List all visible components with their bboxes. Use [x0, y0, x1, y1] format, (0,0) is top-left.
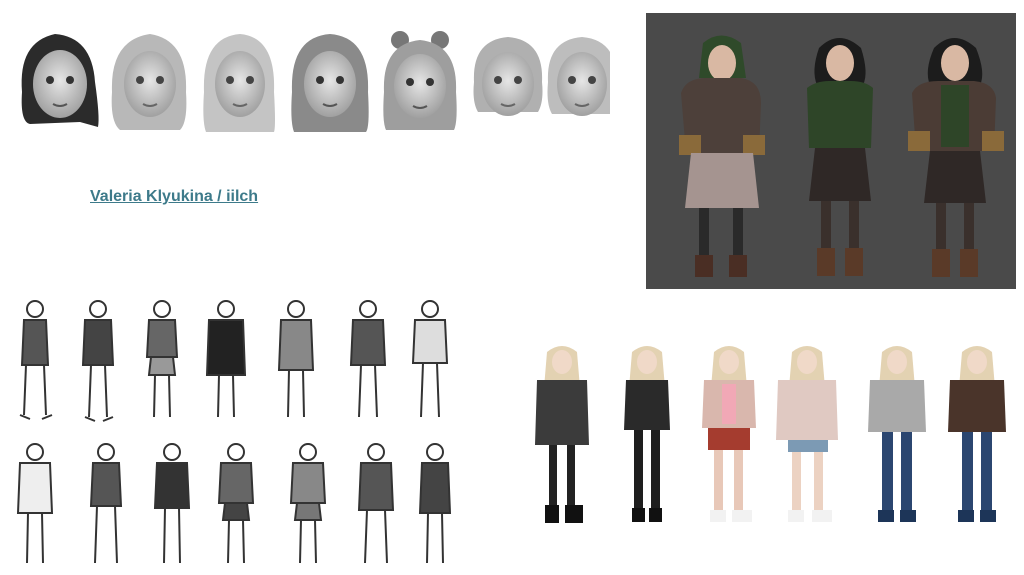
sketch-figure-row2-1	[16, 443, 54, 564]
sketch-figure-row1-7	[411, 300, 449, 418]
color-figure-3	[702, 346, 756, 522]
sketch-figure-row2-6	[357, 443, 395, 564]
portrait-figure-3	[908, 38, 1004, 277]
sketch-figure-row2-7	[418, 443, 452, 564]
head-sketch-7	[547, 37, 610, 116]
sketch-figure-row1-4	[205, 300, 247, 418]
costume-portrait-panel	[646, 13, 1016, 289]
portrait-figure-1	[679, 35, 765, 277]
sketch-figure-row1-1	[19, 300, 53, 420]
costume-sketch-grid	[5, 290, 465, 575]
head-sketch-1	[21, 34, 99, 127]
head-sketch-4	[291, 34, 369, 132]
color-figure-2	[624, 346, 670, 522]
sketch-figure-row1-6	[349, 300, 387, 418]
artist-credit-link[interactable]: Valeria Klyukina / iilch	[90, 188, 258, 206]
portrait-figure-2	[807, 38, 873, 276]
sketch-figure-row2-4	[217, 443, 255, 564]
sketch-figure-row1-3	[145, 300, 179, 418]
sketch-figure-row1-2	[81, 300, 115, 422]
head-sketch-5	[383, 31, 457, 130]
color-figure-4	[776, 346, 838, 522]
sketch-figure-row2-5	[289, 443, 327, 564]
sketch-figure-row2-2	[89, 443, 123, 564]
costume-color-lineup	[522, 330, 1022, 570]
color-figure-1	[535, 346, 589, 523]
sketch-figure-row1-5	[277, 300, 315, 418]
head-sketch-3	[203, 34, 275, 132]
color-figure-5	[868, 346, 926, 522]
sketch-figure-row2-3	[153, 443, 191, 564]
color-figure-6	[948, 346, 1006, 522]
head-sketch-2	[111, 34, 187, 130]
head-sketches	[10, 22, 610, 142]
head-sketch-6	[473, 37, 543, 116]
